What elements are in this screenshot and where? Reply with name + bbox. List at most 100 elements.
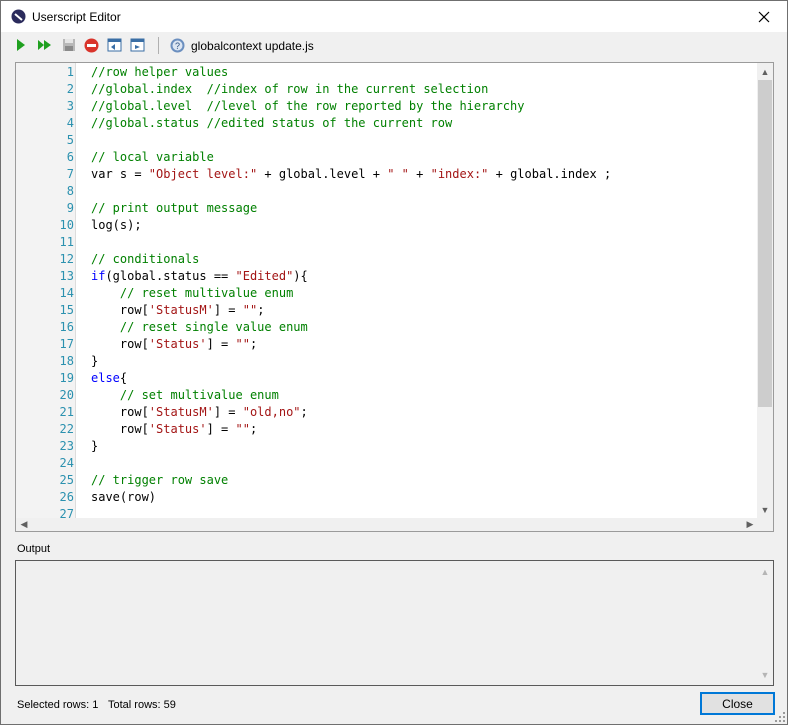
output-vertical-scrollbar[interactable]: ▲ ▼ bbox=[757, 561, 773, 685]
line-number: 22 bbox=[59, 422, 74, 436]
code-text: row['StatusM'] = "old,no"; bbox=[91, 404, 308, 421]
line-number: 2 bbox=[66, 82, 74, 96]
line-number: 23 bbox=[59, 439, 74, 453]
code-text: // reset multivalue enum bbox=[91, 285, 293, 302]
code-text: //row helper values bbox=[91, 64, 228, 81]
code-text: log(s); bbox=[91, 217, 142, 234]
code-token-string: "" bbox=[242, 303, 258, 317]
code-text: } bbox=[91, 353, 98, 370]
code-token-string: "" bbox=[235, 422, 250, 436]
code-token-plain: ] = bbox=[206, 337, 236, 351]
code-text: else{ bbox=[91, 370, 127, 387]
total-rows-text: Total rows: 59 bbox=[108, 699, 176, 711]
resize-grip-icon[interactable] bbox=[775, 712, 785, 722]
code-token-plain: ; bbox=[300, 405, 308, 419]
output-label: Output bbox=[17, 543, 51, 555]
window-close-button[interactable] bbox=[741, 1, 787, 32]
code-text: row['StatusM'] = ""; bbox=[91, 302, 265, 319]
app-icon bbox=[11, 9, 26, 24]
stop-button[interactable] bbox=[83, 37, 99, 53]
code-token-plain: ; bbox=[257, 303, 265, 317]
code-token-plain: } bbox=[91, 354, 99, 368]
code-token-comment: // reset single value enum bbox=[91, 320, 308, 334]
code-editor[interactable]: 1 //row helper values 2 //global.index //in… bbox=[15, 62, 774, 532]
scroll-down-arrow-icon[interactable]: ▼ bbox=[757, 501, 773, 518]
code-token-string: 'Status' bbox=[148, 422, 207, 436]
code-token-plain: ; bbox=[249, 337, 258, 351]
output-pane[interactable]: ▲ ▼ bbox=[15, 560, 774, 686]
code-text: // local variable bbox=[91, 149, 214, 166]
code-token-plain: ] = bbox=[213, 405, 243, 419]
code-text: // print output message bbox=[91, 200, 257, 217]
code-token-plain: ] = bbox=[206, 422, 236, 436]
line-number: 10 bbox=[59, 218, 74, 232]
svg-text:?: ? bbox=[174, 41, 179, 51]
open-in-window-button[interactable] bbox=[106, 37, 122, 53]
code-token-string: "Edited" bbox=[235, 269, 294, 283]
code-token-comment: //global.status //edited status of the c… bbox=[91, 116, 453, 130]
code-token-string: 'StatusM' bbox=[148, 405, 214, 419]
code-token-string: 'Status' bbox=[148, 337, 207, 351]
line-number: 12 bbox=[59, 252, 74, 266]
output-scroll-up-arrow-icon[interactable]: ▲ bbox=[757, 563, 773, 580]
toolbar-separator bbox=[158, 37, 159, 54]
output-scroll-down-arrow-icon[interactable]: ▼ bbox=[757, 666, 773, 683]
line-number: 7 bbox=[66, 167, 74, 181]
code-token-comment: //global.level //level of the row report… bbox=[91, 99, 525, 113]
line-number: 26 bbox=[59, 490, 74, 504]
line-number: 3 bbox=[66, 99, 74, 113]
code-text: // conditionals bbox=[91, 251, 199, 268]
editor-scroll-thumb[interactable] bbox=[758, 80, 772, 407]
line-number: 13 bbox=[59, 269, 74, 283]
window-title: Userscript Editor bbox=[32, 10, 121, 24]
editor-horizontal-scrollbar[interactable]: ◀ ▶ bbox=[16, 518, 758, 531]
code-token-plain: (global.status == bbox=[105, 269, 236, 283]
script-filename: globalcontext update.js bbox=[191, 39, 314, 53]
selected-rows-text: Selected rows: 1 bbox=[17, 699, 99, 711]
code-token-plain: row[ bbox=[91, 337, 149, 351]
run-all-button[interactable] bbox=[37, 37, 53, 53]
userscript-editor-window: Userscript Editor ? globalcontext update… bbox=[0, 0, 788, 725]
close-button[interactable]: Close bbox=[700, 692, 775, 715]
scrollbar-corner bbox=[757, 518, 773, 531]
toolbar: ? globalcontext update.js bbox=[1, 32, 787, 59]
code-token-plain: save(row) bbox=[91, 490, 157, 504]
line-number: 24 bbox=[59, 456, 74, 470]
code-token-plain: + bbox=[408, 167, 431, 181]
scroll-up-arrow-icon[interactable]: ▲ bbox=[757, 63, 773, 80]
code-token-plain: } bbox=[91, 439, 99, 453]
scroll-left-arrow-icon[interactable]: ◀ bbox=[16, 516, 32, 533]
run-all-icon bbox=[38, 40, 51, 50]
code-text: if(global.status == "Edited"){ bbox=[91, 268, 308, 285]
export-button[interactable] bbox=[129, 37, 145, 53]
code-token-string: 'StatusM' bbox=[148, 303, 214, 317]
code-token-comment: // set multivalue enum bbox=[91, 388, 279, 402]
status-bar: Selected rows: 1 Total rows: 59 bbox=[1, 691, 787, 724]
line-number: 25 bbox=[59, 473, 74, 487]
code-token-plain: row[ bbox=[91, 405, 149, 419]
run-button[interactable] bbox=[13, 37, 29, 53]
line-number: 6 bbox=[66, 150, 74, 164]
line-number: 20 bbox=[59, 388, 74, 402]
code-text: // reset single value enum bbox=[91, 319, 308, 336]
code-token-plain: ; bbox=[249, 422, 258, 436]
line-number: 17 bbox=[59, 337, 74, 351]
save-button[interactable] bbox=[61, 37, 77, 53]
editor-vertical-scrollbar[interactable]: ▲ ▼ bbox=[757, 63, 773, 518]
run-icon bbox=[17, 39, 25, 51]
title-bar: Userscript Editor bbox=[1, 1, 787, 32]
code-token-comment: // reset multivalue enum bbox=[91, 286, 294, 300]
code-token-string: "old,no" bbox=[242, 405, 301, 419]
code-token-plain: row[ bbox=[91, 422, 149, 436]
code-token-comment: // print output message bbox=[91, 201, 258, 215]
code-token-plain: + global.index ; bbox=[488, 167, 612, 181]
code-token-comment: // trigger row save bbox=[91, 473, 229, 487]
code-token-string: " " bbox=[387, 167, 409, 181]
help-button[interactable]: ? bbox=[169, 37, 185, 53]
code-area[interactable]: 1 //row helper values 2 //global.index //in… bbox=[16, 63, 758, 518]
code-text: var s = "Object level:" + global.level +… bbox=[91, 166, 611, 183]
code-token-string: "" bbox=[235, 337, 250, 351]
code-token-keyword: else bbox=[91, 371, 120, 385]
scroll-right-arrow-icon[interactable]: ▶ bbox=[742, 516, 758, 533]
line-number: 21 bbox=[59, 405, 74, 419]
